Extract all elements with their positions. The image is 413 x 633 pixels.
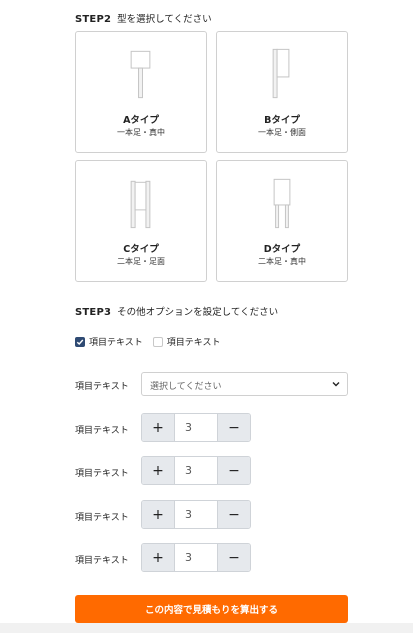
step2-heading: STEP2 型を選択してください <box>75 11 212 25</box>
type-b-name: Bタイプ <box>264 115 300 126</box>
type-a-desc: 一本足・真中 <box>117 128 165 137</box>
type-b-desc: 一本足・側面 <box>258 128 306 137</box>
checkbox-option-2[interactable]: 項目テキスト <box>152 335 221 348</box>
checkbox-option-1[interactable]: 項目テキスト <box>75 335 143 348</box>
stepper-plus-button[interactable]: + <box>142 457 174 484</box>
quantity-stepper-2: + 3 − <box>141 456 251 485</box>
type-a-name: Aタイプ <box>123 115 159 126</box>
calculate-estimate-button[interactable]: この内容で見積もりを算出する <box>75 595 348 623</box>
sign-stand-type-a-icon <box>130 50 151 99</box>
type-card-c[interactable]: Cタイプ 二本足・足面 <box>75 160 207 282</box>
chevron-down-icon <box>332 382 340 387</box>
stepper-minus-button[interactable]: − <box>218 501 250 528</box>
stepper-value[interactable]: 3 <box>174 501 218 528</box>
stepper-plus-button[interactable]: + <box>142 501 174 528</box>
footer-strip <box>0 623 413 633</box>
stepper-3-label: 項目テキスト <box>75 513 129 523</box>
checkbox-option-2-label: 項目テキスト <box>166 338 221 348</box>
type-d-name: Dタイプ <box>263 244 301 255</box>
checkbox-checked-icon[interactable] <box>75 336 85 347</box>
type-d-desc: 二本足・真中 <box>258 257 306 266</box>
stepper-minus-button[interactable]: − <box>218 457 250 484</box>
stepper-plus-button[interactable]: + <box>142 544 174 571</box>
sign-stand-type-b-icon <box>272 48 290 99</box>
stepper-value[interactable]: 3 <box>174 544 218 571</box>
quantity-stepper-4: + 3 − <box>141 543 251 572</box>
stepper-4-label: 項目テキスト <box>75 556 129 566</box>
stepper-minus-button[interactable]: − <box>218 414 250 441</box>
type-card-a[interactable]: Aタイプ 一本足・真中 <box>75 31 207 153</box>
stepper-plus-button[interactable]: + <box>142 414 174 441</box>
select-row-label: 項目テキスト <box>75 382 129 392</box>
stepper-1-label: 項目テキスト <box>75 426 129 436</box>
step3-heading: STEP3 その他オプションを設定してください <box>75 304 278 318</box>
sign-stand-type-c-icon <box>130 180 151 229</box>
type-card-d[interactable]: Dタイプ 二本足・真中 <box>216 160 348 282</box>
type-c-desc: 二本足・足面 <box>117 257 165 266</box>
checkbox-option-1-label: 項目テキスト <box>89 338 143 348</box>
quantity-stepper-3: + 3 − <box>141 500 251 529</box>
quantity-stepper-1: + 3 − <box>141 413 251 442</box>
stepper-2-label: 項目テキスト <box>75 469 129 479</box>
select-placeholder: 選択してください <box>150 382 222 392</box>
sign-stand-type-d-icon <box>273 178 291 229</box>
type-c-name: Cタイプ <box>123 244 159 255</box>
step2-number: STEP2 <box>75 14 112 25</box>
step3-number: STEP3 <box>75 307 112 318</box>
option-checkboxes: 項目テキスト 項目テキスト <box>75 335 230 348</box>
option-select[interactable]: 選択してください <box>141 372 348 396</box>
stepper-minus-button[interactable]: − <box>218 544 250 571</box>
checkbox-unchecked-icon[interactable] <box>152 336 163 347</box>
stepper-value[interactable]: 3 <box>174 414 218 441</box>
step3-text: その他オプションを設定してください <box>117 307 279 318</box>
type-card-b[interactable]: Bタイプ 一本足・側面 <box>216 31 348 153</box>
stepper-value[interactable]: 3 <box>174 457 218 484</box>
step2-text: 型を選択してください <box>117 14 212 25</box>
